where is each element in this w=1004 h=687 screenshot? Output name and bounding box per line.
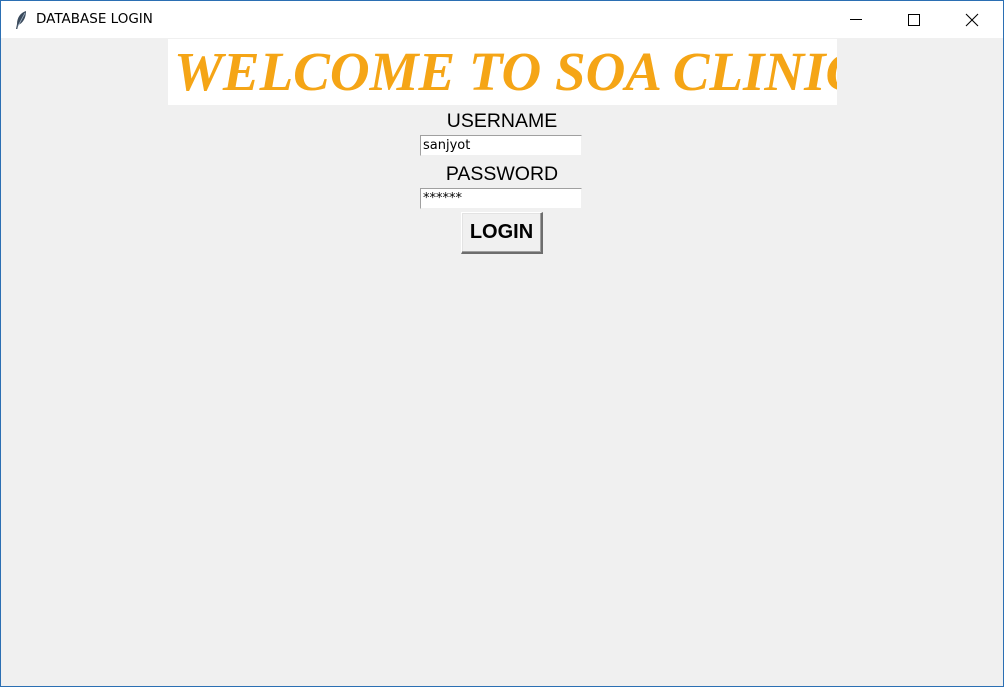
- close-button[interactable]: [943, 1, 1001, 38]
- minimize-icon: [850, 19, 862, 20]
- title-bar[interactable]: DATABASE LOGIN: [1, 1, 1003, 38]
- username-label: USERNAME: [446, 110, 558, 132]
- close-icon: [965, 13, 979, 27]
- password-label: PASSWORD: [445, 163, 559, 185]
- login-button[interactable]: LOGIN: [461, 212, 543, 254]
- maximize-icon: [908, 14, 920, 26]
- window-content: WELCOME TO SOA CLINIC USERNAME PASSWORD …: [1, 38, 1003, 686]
- username-field[interactable]: [420, 135, 582, 156]
- password-field[interactable]: [420, 188, 582, 209]
- minimize-button[interactable]: [827, 1, 885, 38]
- welcome-text: WELCOME TO SOA CLINIC: [174, 41, 837, 102]
- maximize-button[interactable]: [885, 1, 943, 38]
- feather-icon: [14, 10, 28, 30]
- window-title: DATABASE LOGIN: [36, 11, 153, 27]
- login-window: DATABASE LOGIN WELCOME TO SOA CLINIC USE…: [0, 0, 1004, 687]
- welcome-banner: WELCOME TO SOA CLINIC: [168, 39, 837, 105]
